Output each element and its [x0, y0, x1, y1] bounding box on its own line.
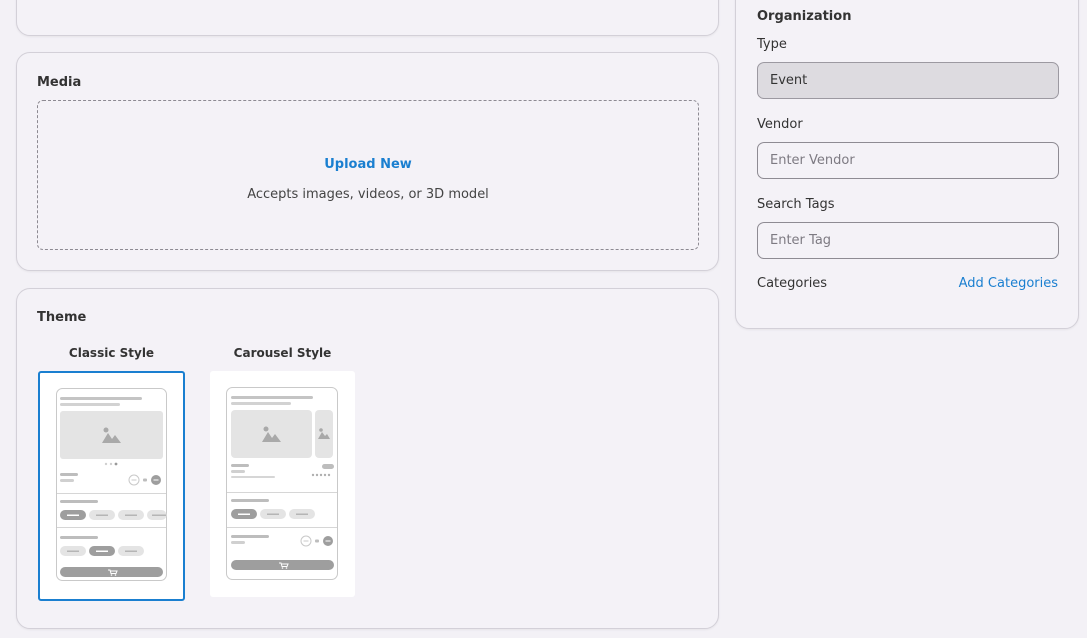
- theme-title: Theme: [37, 310, 87, 325]
- categories-label: Categories: [757, 276, 828, 291]
- search-tags-input[interactable]: [757, 222, 1059, 259]
- carousel-style-label: Carousel Style: [233, 346, 332, 360]
- organization-card: Organization Type Vendor Search Tags Cat…: [735, 0, 1079, 329]
- type-label: Type: [757, 37, 787, 52]
- search-tags-label: Search Tags: [757, 197, 835, 212]
- carousel-style-thumbnail[interactable]: [210, 371, 355, 597]
- media-dropzone[interactable]: Upload New Accepts images, videos, or 3D…: [37, 100, 699, 250]
- upload-new-button[interactable]: Upload New: [38, 157, 698, 172]
- type-field[interactable]: [757, 62, 1059, 99]
- media-title: Media: [37, 75, 82, 90]
- accepts-text: Accepts images, videos, or 3D model: [247, 187, 489, 202]
- theme-card: Theme Classic Style Carousel Style: [16, 288, 719, 629]
- organization-title: Organization: [757, 9, 852, 24]
- classic-style-thumbnail[interactable]: [38, 371, 185, 601]
- classic-style-wireframe-icon: [56, 388, 167, 581]
- vendor-input[interactable]: [757, 142, 1059, 179]
- classic-style-label: Classic Style: [68, 346, 155, 360]
- media-card: Media Upload New Accepts images, videos,…: [16, 52, 719, 271]
- vendor-label: Vendor: [757, 117, 803, 132]
- carousel-style-wireframe-icon: [226, 387, 338, 580]
- add-categories-link[interactable]: Add Categories: [959, 276, 1058, 291]
- previous-section-card: [16, 0, 719, 36]
